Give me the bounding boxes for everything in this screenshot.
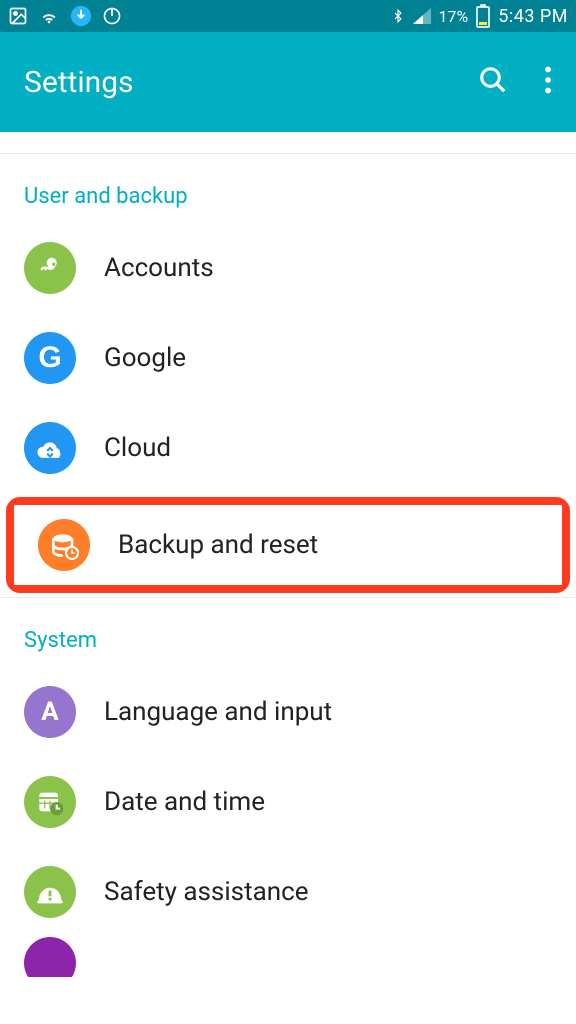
app-bar-actions — [478, 65, 552, 99]
status-left-icons — [8, 5, 122, 27]
section-header-system: System — [0, 598, 576, 667]
safety-icon — [24, 866, 76, 918]
download-circle-icon — [70, 5, 92, 27]
item-accounts[interactable]: Accounts — [0, 223, 576, 313]
gallery-notification-icon — [8, 6, 28, 26]
page-title: Settings — [24, 65, 134, 100]
search-button[interactable] — [478, 65, 508, 99]
partial-icon — [24, 937, 76, 977]
search-icon — [478, 65, 508, 95]
highlight-box: Backup and reset — [6, 497, 570, 593]
status-bar: LTE 17% 5:43 PM — [0, 0, 576, 32]
battery-percent: 17% — [439, 7, 469, 26]
item-label: Date and time — [104, 787, 265, 817]
item-google[interactable]: G Google — [0, 313, 576, 403]
blank-strip — [0, 132, 576, 154]
item-cloud[interactable]: Cloud — [0, 403, 576, 493]
wifi-icon — [38, 5, 60, 27]
item-label: Language and input — [104, 697, 332, 727]
list-user-backup: Accounts G Google Cloud Backup and reset — [0, 223, 576, 593]
item-date-time[interactable]: Date and time — [0, 757, 576, 847]
google-icon: G — [24, 332, 76, 384]
item-backup-reset[interactable]: Backup and reset — [14, 505, 562, 585]
list-system: A Language and input Date and time Safet… — [0, 667, 576, 977]
item-label: Backup and reset — [118, 530, 318, 560]
cloud-sync-icon — [24, 422, 76, 474]
status-right: LTE 17% 5:43 PM — [391, 4, 568, 28]
battery-icon — [476, 4, 490, 28]
item-label: Safety assistance — [104, 877, 308, 907]
app-bar: Settings — [0, 32, 576, 132]
key-icon — [24, 242, 76, 294]
overflow-menu-button[interactable] — [544, 66, 552, 98]
power-icon — [102, 6, 122, 26]
status-time: 5:43 PM — [498, 6, 568, 27]
item-language-input[interactable]: A Language and input — [0, 667, 576, 757]
item-partial[interactable] — [0, 937, 576, 977]
network-label: LTE — [391, 0, 405, 2]
signal-icon: LTE — [413, 8, 431, 24]
item-safety-assistance[interactable]: Safety assistance — [0, 847, 576, 937]
language-icon: A — [24, 686, 76, 738]
item-label: Accounts — [104, 253, 214, 283]
bluetooth-icon — [391, 5, 405, 27]
section-header-user-backup: User and backup — [0, 154, 576, 223]
item-label: Cloud — [104, 433, 171, 463]
calendar-clock-icon — [24, 776, 76, 828]
backup-reset-icon — [38, 519, 90, 571]
item-label: Google — [104, 343, 186, 373]
more-vert-icon — [544, 66, 552, 94]
